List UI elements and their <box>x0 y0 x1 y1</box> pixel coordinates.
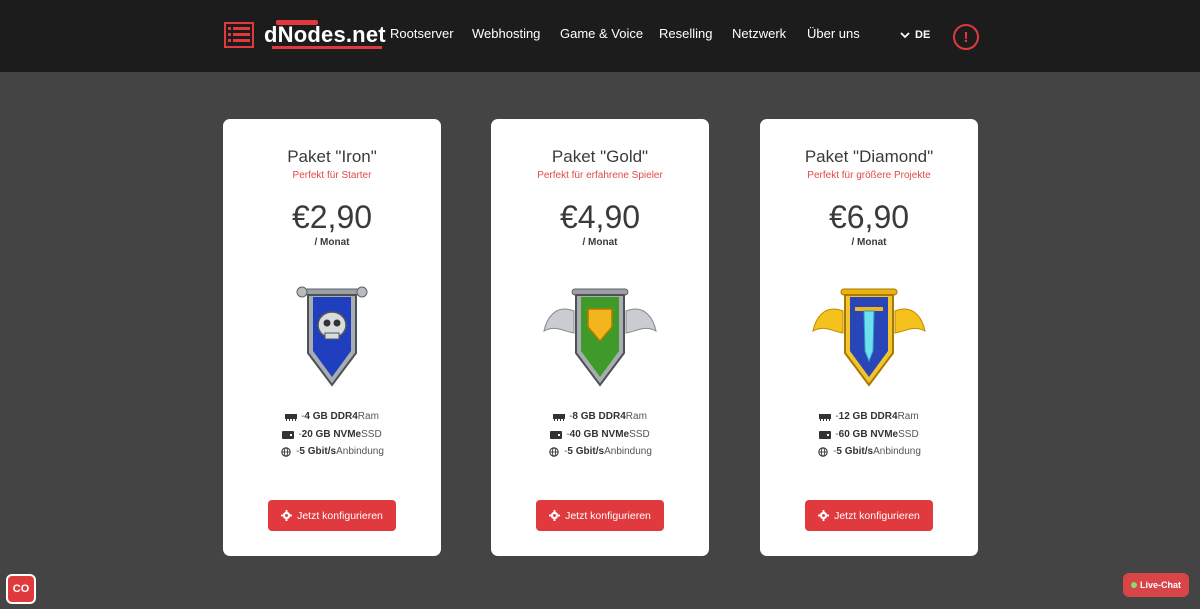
nav-rootserver[interactable]: Rootserver <box>390 26 454 41</box>
language-label: DE <box>915 29 931 41</box>
configure-button[interactable]: Jetzt konfigurieren <box>536 500 664 531</box>
package-subtitle: Perfekt für erfahrene Spieler <box>537 170 663 181</box>
package-price: €6,90 <box>828 199 910 235</box>
spec-storage: - 40 GB NVMe SSD <box>491 429 709 440</box>
nav-reselling[interactable]: Reselling <box>659 26 712 41</box>
gear-icon <box>818 510 830 521</box>
gold-banner-icon <box>543 288 657 387</box>
top-header: dNodes.net Rootserver Webhosting Game & … <box>0 0 1200 72</box>
alert-button[interactable]: ! <box>953 24 979 50</box>
cookie-icon: CO <box>12 583 30 595</box>
drive-icon <box>282 430 295 439</box>
online-status-icon <box>1130 582 1137 588</box>
spec-value: 5 Gbit/s <box>299 446 337 457</box>
drive-icon <box>550 430 563 439</box>
spec-ram: - 8 GB DDR4 Ram <box>491 411 709 422</box>
spec-value: 20 GB NVMe <box>301 429 362 440</box>
package-period: / Monat <box>851 237 887 248</box>
nav-game-voice[interactable]: Game & Voice <box>560 26 643 41</box>
gear-icon <box>549 510 561 521</box>
package-card-gold: Paket "Gold" Perfekt für erfahrene Spiel… <box>491 119 709 556</box>
spec-value: 5 Gbit/s <box>836 446 874 457</box>
spec-storage: - 60 GB NVMe SSD <box>760 429 978 440</box>
package-title: Paket "Gold" <box>551 147 649 166</box>
package-title: Paket "Diamond" <box>804 147 934 166</box>
globe-icon <box>549 446 559 457</box>
nav-ueber-uns[interactable]: Über uns <box>807 26 860 41</box>
logo-text: dNodes.net <box>264 22 386 47</box>
package-subtitle: Perfekt für größere Projekte <box>807 170 931 181</box>
live-chat-button[interactable]: Live-Chat <box>1123 573 1189 597</box>
globe-icon <box>818 446 828 457</box>
chevron-down-icon <box>900 32 910 39</box>
spec-ram: - 12 GB DDR4 Ram <box>760 411 978 422</box>
diamond-banner-icon <box>812 288 926 387</box>
globe-icon <box>281 446 291 457</box>
package-period: / Monat <box>582 237 618 248</box>
package-price: €4,90 <box>559 199 641 235</box>
spec-value: 40 GB NVMe <box>569 429 630 440</box>
ram-icon <box>553 413 566 421</box>
server-logo-icon <box>224 22 254 48</box>
spec-bandwidth: - 5 Gbit/s Anbindung <box>760 446 978 457</box>
spec-storage: - 20 GB NVMe SSD <box>223 429 441 440</box>
alert-icon: ! <box>963 28 969 46</box>
live-chat-label: Live-Chat <box>1139 580 1181 590</box>
iron-banner-icon <box>296 286 368 387</box>
nav-webhosting[interactable]: Webhosting <box>472 26 540 41</box>
gear-icon <box>281 510 293 521</box>
logo-accent-bar <box>276 20 318 25</box>
logo[interactable]: dNodes.net <box>224 20 386 50</box>
ram-icon <box>819 413 832 421</box>
package-card-diamond: Paket "Diamond" Perfekt für größere Proj… <box>760 119 978 556</box>
drive-icon <box>819 430 832 439</box>
spec-bandwidth: - 5 Gbit/s Anbindung <box>223 446 441 457</box>
package-period: / Monat <box>314 237 350 248</box>
configure-button[interactable]: Jetzt konfigurieren <box>805 500 933 531</box>
spec-value: 4 GB DDR4 <box>304 411 358 422</box>
package-card-iron: Paket "Iron" Perfekt für Starter €2,90 /… <box>223 119 441 556</box>
spec-value: 12 GB DDR4 <box>838 411 898 422</box>
spec-value: 8 GB DDR4 <box>572 411 626 422</box>
configure-button[interactable]: Jetzt konfigurieren <box>268 500 396 531</box>
language-selector[interactable]: DE <box>899 29 930 41</box>
spec-value: 60 GB NVMe <box>838 429 899 440</box>
spec-ram: - 4 GB DDR4 Ram <box>223 411 441 422</box>
logo-underline <box>272 46 382 49</box>
ram-icon <box>285 413 298 421</box>
cookie-settings-button[interactable]: CO <box>6 574 36 604</box>
package-subtitle: Perfekt für Starter <box>292 170 372 181</box>
package-price: €2,90 <box>291 199 373 235</box>
nav-netzwerk[interactable]: Netzwerk <box>732 26 786 41</box>
spec-bandwidth: - 5 Gbit/s Anbindung <box>491 446 709 457</box>
spec-value: 5 Gbit/s <box>567 446 605 457</box>
package-title: Paket "Iron" <box>287 147 377 166</box>
